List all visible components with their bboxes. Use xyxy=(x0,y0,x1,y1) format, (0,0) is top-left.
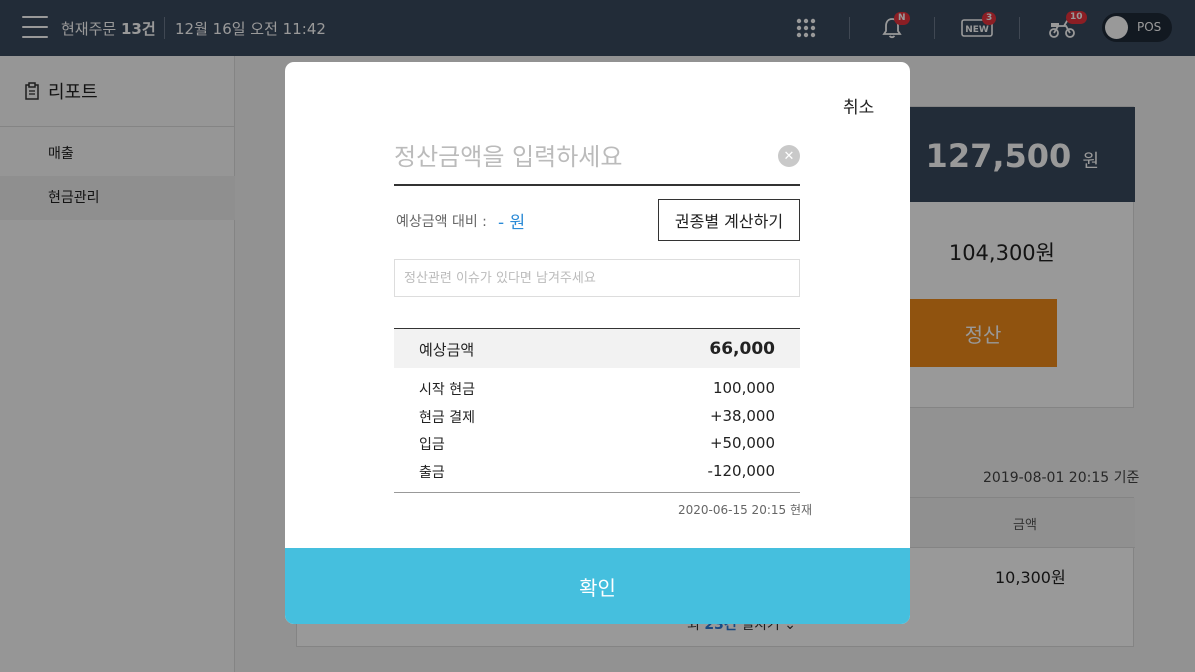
summary-row-value: -120,000 xyxy=(707,461,775,480)
summary-row-value: 100,000 xyxy=(712,379,775,397)
summary-row: 현금 결제 +38,000 xyxy=(394,402,800,430)
expected-compare-label: 예상금액 대비 : xyxy=(396,214,487,230)
clear-input-icon[interactable]: ✕ xyxy=(778,145,800,167)
denomination-calc-button[interactable]: 권종별 계산하기 xyxy=(658,199,800,241)
summary-row-label: 입금 xyxy=(419,437,445,453)
settlement-note-input[interactable] xyxy=(394,259,800,297)
summary-row: 출금 -120,000 xyxy=(394,457,800,485)
summary-row-value: +38,000 xyxy=(709,406,775,425)
expected-total-label: 예상금액 xyxy=(419,341,475,359)
summary-breakdown: 시작 현금 100,000 현금 결제 +38,000 입금 +50,000 출… xyxy=(394,368,800,493)
settlement-modal: 취소 ✕ 예상금액 대비 : - 원 권종별 계산하기 예상금액 66,000 … xyxy=(285,62,910,624)
expected-total-row: 예상금액 66,000 xyxy=(394,328,800,368)
summary-row: 입금 +50,000 xyxy=(394,429,800,457)
expected-compare-value: - 원 xyxy=(498,213,526,233)
expected-total-value: 66,000 xyxy=(709,339,775,359)
settlement-amount-input[interactable] xyxy=(394,130,800,186)
as-of-timestamp: 2020-06-15 20:15 현재 xyxy=(678,503,813,517)
cancel-button[interactable]: 취소 xyxy=(843,93,874,118)
summary-row-label: 시작 현금 xyxy=(419,382,475,398)
summary-row-value: +50,000 xyxy=(709,434,775,452)
summary-row-label: 현금 결제 xyxy=(419,409,475,426)
summary-row-label: 출금 xyxy=(419,464,445,481)
confirm-button[interactable]: 확인 xyxy=(285,548,910,624)
expected-amount-summary: 예상금액 66,000 시작 현금 100,000 현금 결제 +38,000 … xyxy=(394,328,800,493)
summary-row: 시작 현금 100,000 xyxy=(394,374,800,402)
